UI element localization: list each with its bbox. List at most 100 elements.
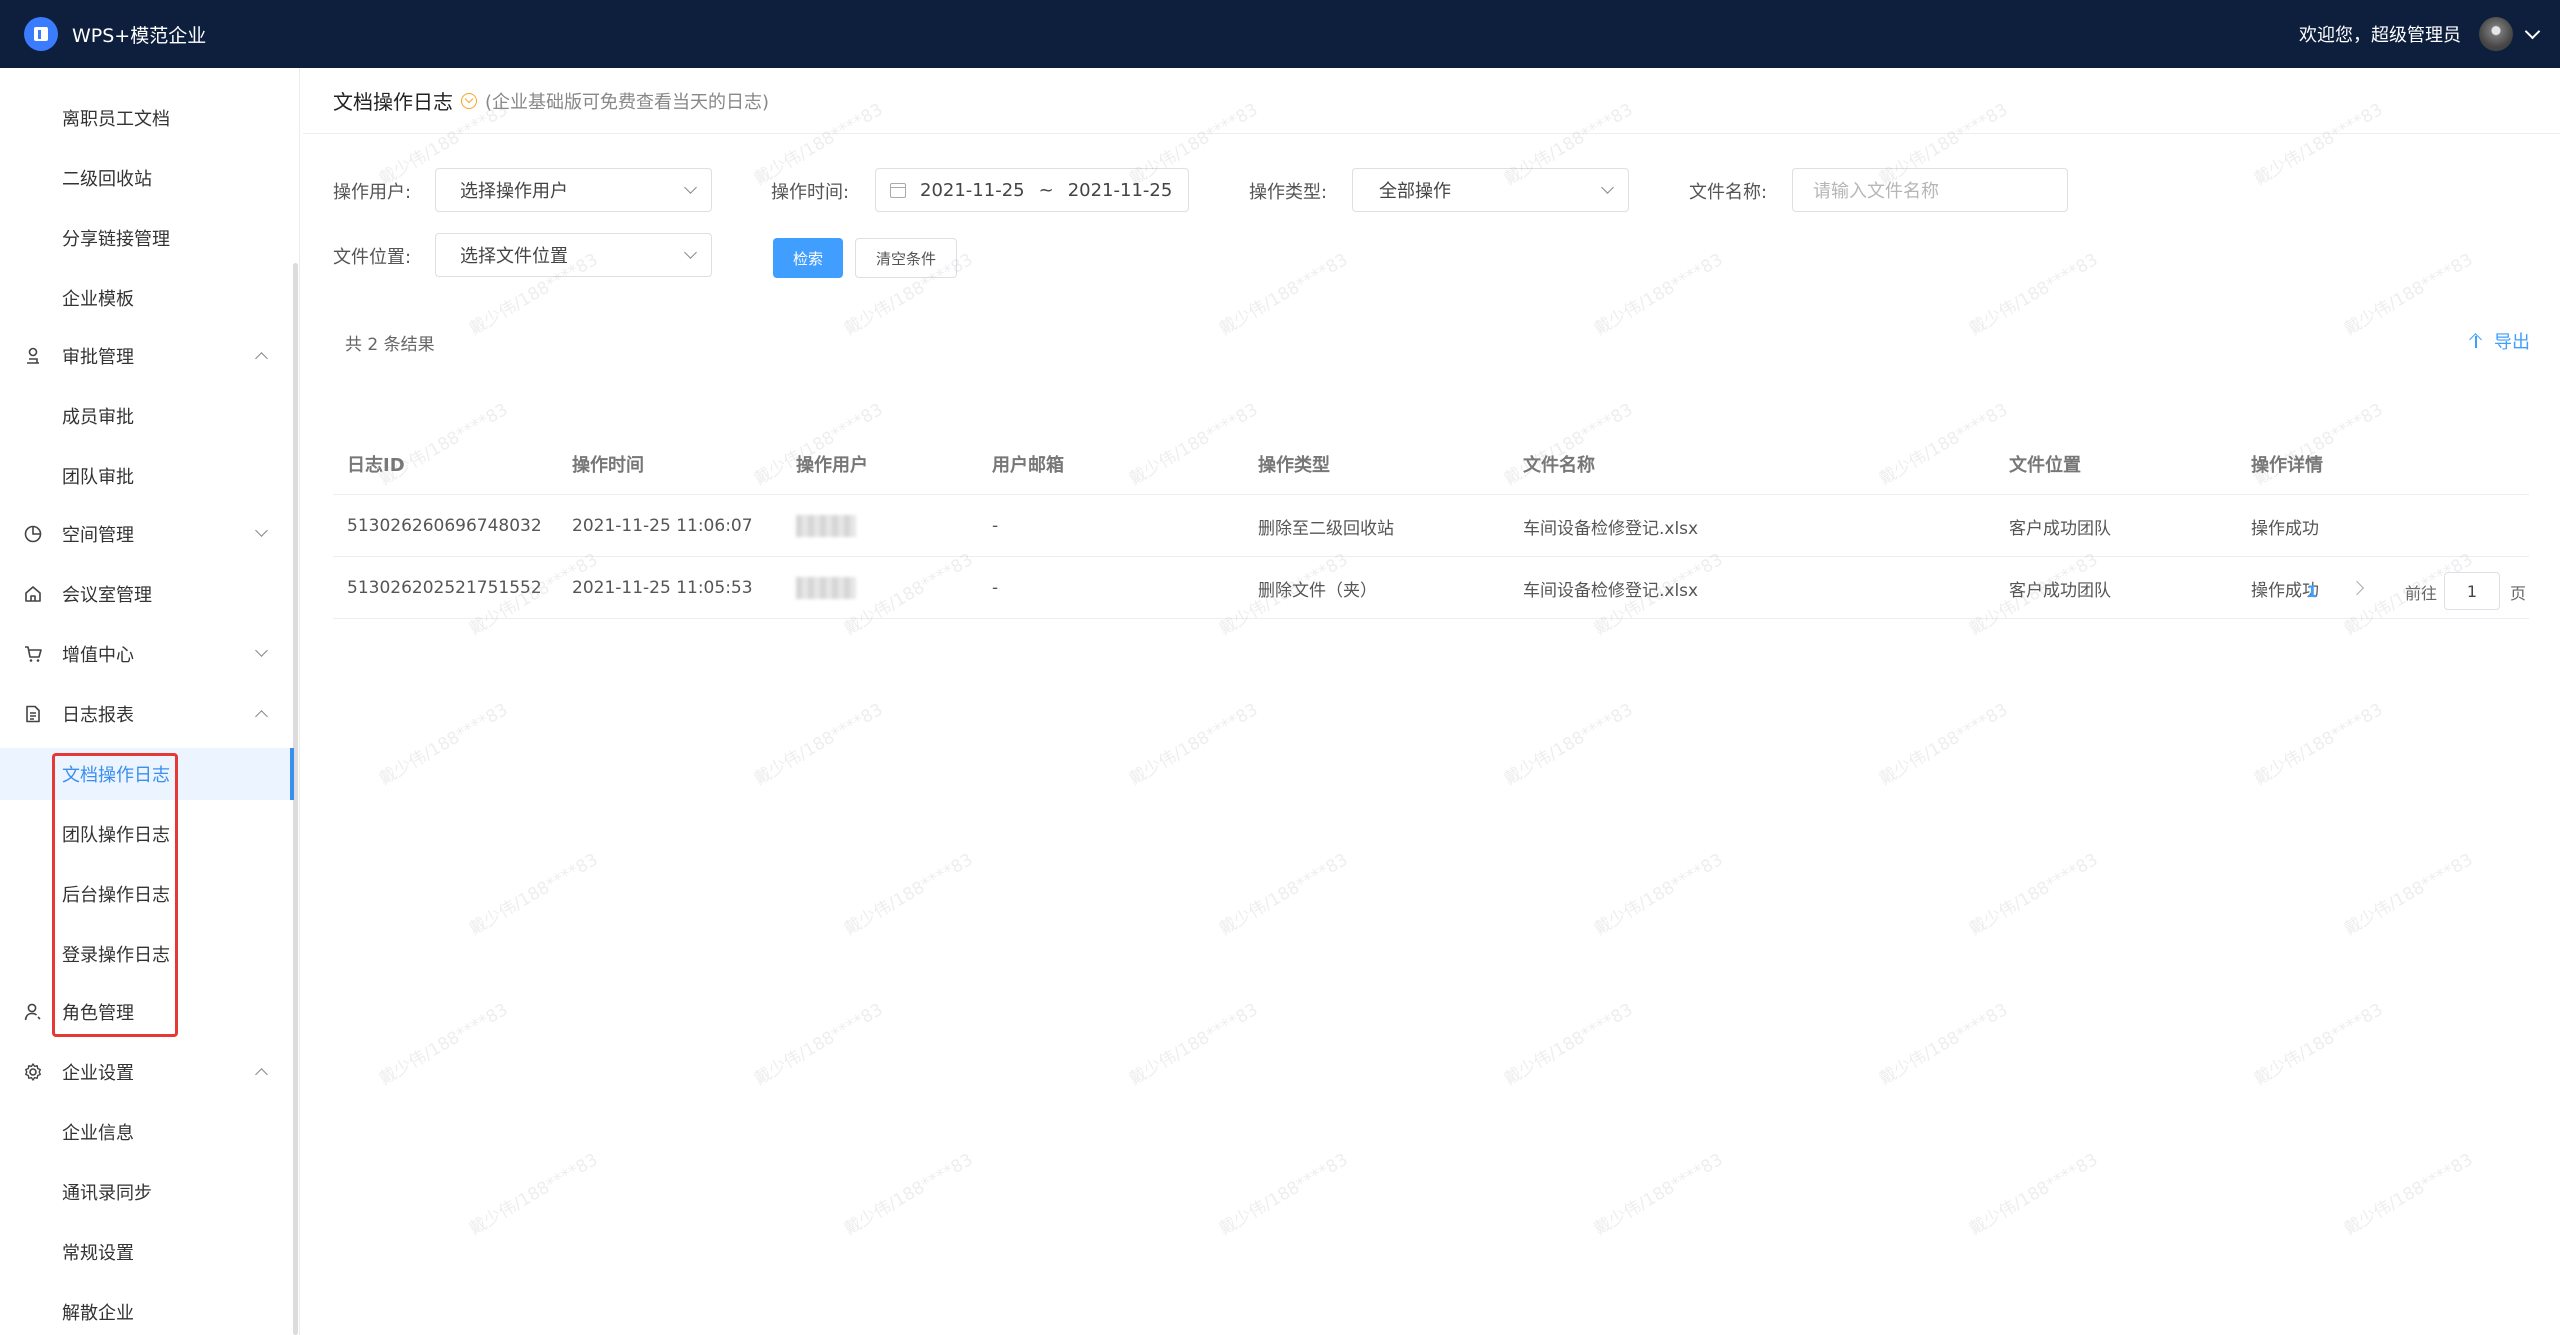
brand[interactable]: WPS+模范企业: [24, 17, 206, 51]
sidebar-item-general-settings[interactable]: 常规设置: [0, 1226, 294, 1278]
sidebar-item-label: 离职员工文档: [62, 109, 170, 130]
operation-type: 删除至二级回收站: [1258, 518, 1394, 539]
sidebar-item-label: 通讯录同步: [62, 1183, 152, 1204]
operation-type: 删除文件（夹）: [1258, 580, 1377, 601]
welcome-text: 欢迎您，超级管理员: [2299, 25, 2461, 46]
location-select-value: 选择文件位置: [460, 246, 568, 267]
sidebar-item-recycle-bin[interactable]: 二级回收站: [0, 152, 294, 204]
sidebar-item-label: 增值中心: [62, 645, 134, 666]
export-button[interactable]: 导出: [2468, 328, 2530, 354]
sidebar-item-label: 团队审批: [62, 467, 134, 488]
calendar-icon: [890, 182, 906, 198]
file-name: 车间设备检修登记.xlsx: [1523, 580, 1699, 601]
redacted-user: [796, 515, 856, 537]
sidebar: 离职员工文档 二级回收站 分享链接管理 企业模板 审批管理 成员审批 团队审批 …: [0, 68, 300, 1335]
sidebar-item-label: 企业信息: [62, 1123, 134, 1144]
sidebar-item-contacts-sync[interactable]: 通讯录同步: [0, 1166, 294, 1218]
main-content: 文档操作日志 (企业基础版可免费查看当天的日志) 操作用户: 选择操作用户 操作…: [303, 68, 2560, 1335]
user-filter-label: 操作用户:: [333, 182, 412, 203]
sidebar-item-label: 分享链接管理: [62, 229, 170, 250]
user-menu[interactable]: 欢迎您，超级管理员: [2299, 0, 2541, 68]
sidebar-item-label: 常规设置: [62, 1243, 134, 1264]
avatar[interactable]: [2479, 17, 2513, 51]
operation-user: [796, 557, 856, 619]
pie-chart-icon: [22, 523, 44, 545]
sidebar-item-label: 解散企业: [62, 1303, 134, 1324]
sidebar-item-member-approval[interactable]: 成员审批: [0, 390, 294, 442]
chevron-up-icon: [255, 352, 268, 365]
filename-placeholder: 请输入文件名称: [1813, 181, 1939, 202]
log-id: 513026202521751552: [347, 578, 542, 598]
sidebar-item-label: 空间管理: [62, 525, 134, 546]
goto-page-input[interactable]: [2444, 572, 2500, 610]
chevron-down-circle-icon[interactable]: [461, 92, 477, 109]
chevron-up-icon: [255, 1068, 268, 1081]
sidebar-item-label: 日志报表: [62, 705, 134, 726]
sidebar-item-departed-docs[interactable]: 离职员工文档: [0, 92, 294, 144]
sidebar-group-approval[interactable]: 审批管理: [0, 330, 294, 382]
sidebar-item-company-info[interactable]: 企业信息: [0, 1106, 294, 1158]
person-icon: [22, 1001, 44, 1023]
document-icon: [22, 703, 44, 725]
location-filter-label: 文件位置:: [333, 247, 412, 268]
table-row[interactable]: 513026202521751552 2021-11-25 11:05:53 -…: [333, 557, 2529, 619]
user-select[interactable]: 选择操作用户: [435, 168, 712, 212]
filename-input[interactable]: 请输入文件名称: [1792, 168, 2068, 212]
date-end: 2021-11-25: [1067, 179, 1173, 201]
column-header[interactable]: 文件位置: [2009, 433, 2081, 495]
sidebar-group-settings[interactable]: 企业设置: [0, 1046, 294, 1098]
search-button[interactable]: 检索: [773, 238, 843, 278]
brand-name: WPS+模范企业: [72, 24, 207, 47]
sidebar-group-logs[interactable]: 日志报表: [0, 688, 294, 740]
chevron-up-icon: [255, 710, 268, 723]
table-row[interactable]: 513026260696748032 2021-11-25 11:06:07 -…: [333, 495, 2529, 557]
operation-user: [796, 495, 856, 557]
sidebar-item-label: 企业模板: [62, 289, 134, 310]
sidebar-item-team-approval[interactable]: 团队审批: [0, 450, 294, 502]
brand-logo-icon: [24, 17, 58, 51]
user-email: -: [992, 516, 999, 536]
page-number-current[interactable]: 1: [2297, 576, 2327, 606]
highlight-annotation: [52, 753, 178, 1037]
sidebar-item-share-links[interactable]: 分享链接管理: [0, 212, 294, 264]
sidebar-item-dissolve-company[interactable]: 解散企业: [0, 1286, 294, 1335]
column-header[interactable]: 操作详情: [2251, 433, 2323, 495]
sidebar-item-label: 成员审批: [62, 407, 134, 428]
operation-time: 2021-11-25 11:05:53: [572, 578, 753, 598]
chevron-down-icon: [684, 181, 697, 194]
file-location: 客户成功团队: [2009, 518, 2111, 539]
location-select[interactable]: 选择文件位置: [435, 233, 712, 277]
operation-detail: 操作成功: [2251, 518, 2319, 539]
table-header: 日志ID 操作时间 操作用户 用户邮箱 操作类型 文件名称 文件位置 操作详情: [333, 433, 2529, 495]
top-bar: WPS+模范企业 欢迎您，超级管理员: [0, 0, 2560, 68]
date-separator: ~: [1038, 179, 1054, 201]
type-filter-label: 操作类型:: [1249, 182, 1328, 203]
sidebar-group-meeting-rooms[interactable]: 会议室管理: [0, 568, 294, 620]
chevron-down-icon[interactable]: [2524, 23, 2541, 39]
operation-time: 2021-11-25 11:06:07: [572, 516, 753, 536]
column-header[interactable]: 文件名称: [1523, 433, 1595, 495]
page-title: 文档操作日志: [333, 90, 453, 114]
column-header[interactable]: 用户邮箱: [992, 433, 1064, 495]
sidebar-item-templates[interactable]: 企业模板: [0, 272, 294, 324]
page-note: (企业基础版可免费查看当天的日志): [485, 91, 770, 113]
column-header[interactable]: 操作类型: [1258, 433, 1330, 495]
sidebar-group-value-added[interactable]: 增值中心: [0, 628, 294, 680]
chevron-down-icon: [255, 524, 268, 537]
clear-filters-button[interactable]: 清空条件: [855, 238, 957, 278]
chevron-down-icon: [255, 644, 268, 657]
sidebar-group-space[interactable]: 空间管理: [0, 508, 294, 560]
date-range-picker[interactable]: 2021-11-25 ~ 2021-11-25: [875, 168, 1189, 212]
column-header[interactable]: 日志ID: [347, 433, 405, 495]
type-select[interactable]: 全部操作: [1352, 168, 1629, 212]
date-start: 2021-11-25: [920, 179, 1025, 201]
user-stamp-icon: [22, 345, 44, 367]
goto-label: 前往: [2405, 584, 2438, 603]
type-select-value: 全部操作: [1379, 181, 1451, 202]
log-id: 513026260696748032: [347, 516, 542, 536]
column-header[interactable]: 操作用户: [796, 433, 868, 495]
column-header[interactable]: 操作时间: [572, 433, 644, 495]
time-filter-label: 操作时间:: [771, 182, 850, 203]
result-count: 共 2 条结果: [345, 335, 435, 355]
sidebar-item-label: 二级回收站: [62, 169, 152, 190]
